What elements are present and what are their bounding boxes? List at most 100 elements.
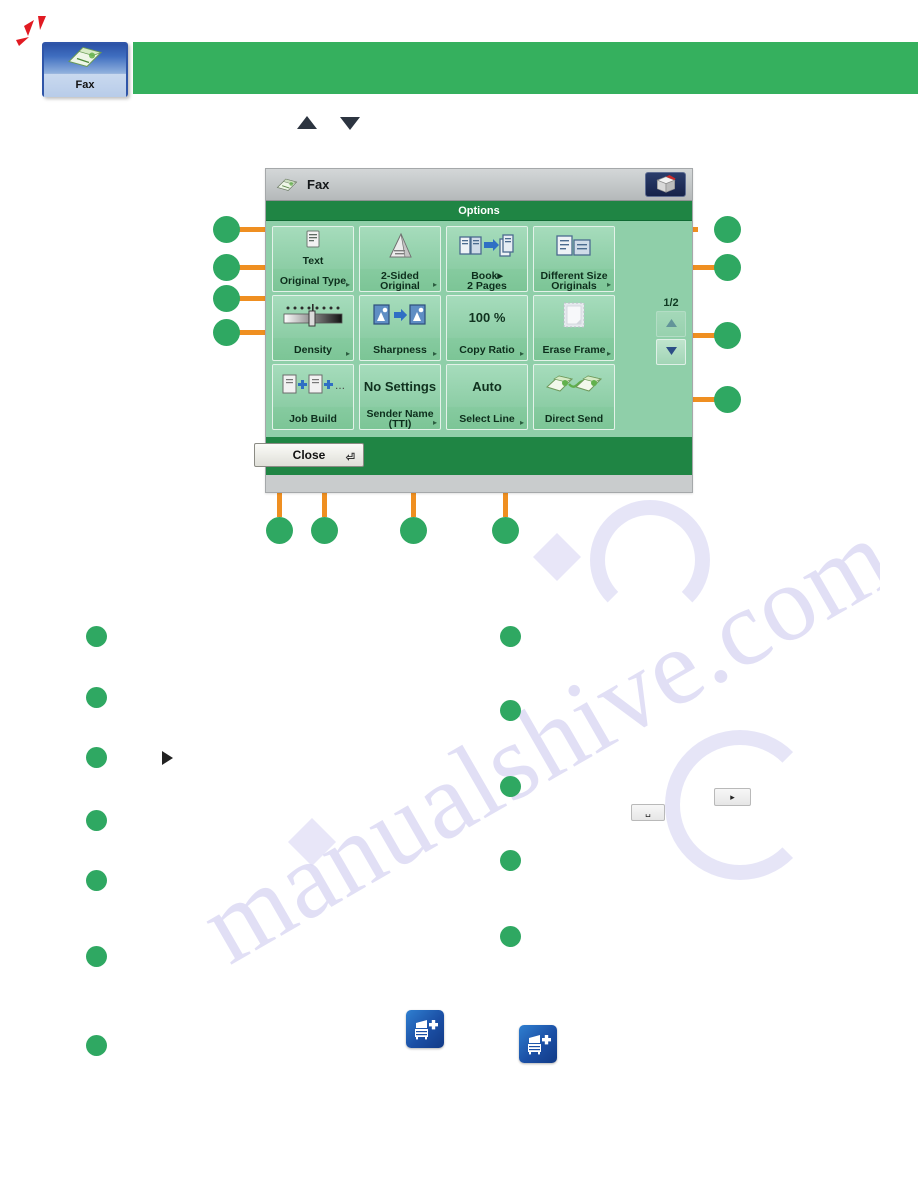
options-bar: Options	[266, 201, 692, 221]
description-bullet-right-5	[500, 926, 521, 947]
option-sender-name-tti[interactable]: No Settings Sender Name (TTI) ▸	[359, 364, 441, 430]
small-blank-button-glyph: ␣	[645, 807, 651, 817]
option-job-build[interactable]: … Job Build	[272, 364, 354, 430]
play-triangle-icon	[160, 749, 174, 772]
triangle-up-icon	[665, 315, 678, 333]
page-root: manualshive.com Fax Fax Options Text Ori…	[0, 0, 918, 1188]
option-icon-area	[447, 227, 527, 269]
two-sided-page-icon	[385, 232, 415, 265]
option-book-2-pages[interactable]: Book▸ 2 Pages	[446, 226, 528, 292]
chevron-right-icon: ▸	[606, 349, 611, 358]
density-slider-icon	[282, 302, 344, 333]
option-label: Density	[294, 343, 332, 356]
option-icon-area: No Settings	[360, 365, 440, 407]
option-value: Text	[302, 254, 324, 267]
options-grid-container: Text Original Type ▸ 2-Sided Original ▸ …	[266, 221, 692, 437]
description-bullet-right-2	[500, 700, 521, 721]
triangle-down-icon[interactable]	[338, 114, 362, 131]
book-to-pages-icon	[459, 233, 515, 264]
description-bullet-left-5	[86, 870, 107, 891]
close-button[interactable]: Close ⏎	[254, 443, 364, 467]
watermark-ring	[590, 500, 710, 620]
chevron-right-icon: ▸	[606, 280, 611, 289]
callout-dot-bottom-3	[400, 517, 427, 544]
fax-tab-icon-area	[44, 44, 126, 74]
option-select-line[interactable]: Auto Select Line ▸	[446, 364, 528, 430]
option-label: Erase Frame	[542, 343, 606, 356]
chevron-right-icon: ▸	[345, 280, 350, 289]
callout-dot-bottom-2	[311, 517, 338, 544]
option-direct-send[interactable]: Direct Send	[533, 364, 615, 430]
chevron-right-icon: ▸	[345, 349, 350, 358]
fax-options-panel: Fax Options Text Original Type ▸ 2-Sided…	[254, 168, 693, 493]
page-indicator: 1/2	[663, 297, 679, 309]
small-blank-button[interactable]: ␣	[631, 804, 665, 821]
small-arrow-button-glyph: ▸	[730, 791, 735, 802]
chevron-right-icon: ▸	[519, 349, 524, 358]
triangle-up-icon[interactable]	[295, 114, 323, 131]
return-arrow-icon: ⏎	[345, 452, 355, 464]
page-down-button[interactable]	[656, 339, 686, 365]
option-value: 100 %	[468, 309, 506, 325]
option-label: Select Line	[459, 412, 515, 425]
option-label: Copy Ratio	[459, 343, 515, 356]
panel-title: Fax	[307, 177, 330, 192]
page-up-button[interactable]	[656, 311, 686, 337]
option-copy-ratio[interactable]: 100 % Copy Ratio ▸	[446, 295, 528, 361]
option-label: Sender Name (TTI)	[366, 407, 434, 430]
triangle-down-icon	[665, 343, 678, 361]
direct-send-icon	[545, 371, 603, 402]
description-bullet-left-1	[86, 626, 107, 647]
option-icon-area	[360, 296, 440, 338]
3d-cube-icon[interactable]	[645, 172, 686, 197]
chevron-right-icon: ▸	[432, 418, 437, 427]
option-label: 2-Sided Original	[380, 269, 420, 292]
option-value: No Settings	[363, 378, 437, 394]
fax-machine-icon	[275, 176, 299, 193]
erase-frame-page-icon	[562, 301, 586, 334]
callout-dot-left-4	[213, 319, 240, 346]
option-label: Original Type	[279, 274, 347, 287]
sharpness-icon	[373, 302, 427, 333]
option-icon-area	[534, 227, 614, 269]
option-icon-area: Text	[273, 227, 353, 269]
option-label: Book▸ 2 Pages	[467, 269, 507, 292]
option-density[interactable]: Density ▸	[272, 295, 354, 361]
callout-dot-right-4	[714, 386, 741, 413]
description-bullet-left-6	[86, 946, 107, 967]
option-icon-area: 100 %	[447, 296, 527, 338]
red-sparkle-icon	[16, 14, 56, 59]
add-copier-icon[interactable]	[519, 1025, 557, 1063]
option-2-sided-original[interactable]: 2-Sided Original ▸	[359, 226, 441, 292]
description-bullet-left-3	[86, 747, 107, 768]
panel-titlebar: Fax	[266, 169, 692, 201]
option-label: Different Size Originals	[540, 269, 608, 292]
option-label: Job Build	[289, 412, 337, 425]
watermark-diamond	[287, 817, 337, 867]
add-copier-icon[interactable]	[406, 1010, 444, 1048]
option-icon-area: Auto	[447, 365, 527, 407]
watermark-text: manualshive.com	[181, 496, 880, 987]
description-bullet-right-1	[500, 626, 521, 647]
option-erase-frame[interactable]: Erase Frame ▸	[533, 295, 615, 361]
small-arrow-button[interactable]: ▸	[714, 788, 751, 806]
callout-dot-right-2	[714, 254, 741, 281]
option-icon-area	[360, 227, 440, 269]
chevron-right-icon: ▸	[519, 418, 524, 427]
svg-text:…: …	[335, 381, 344, 392]
description-bullet-left-2	[86, 687, 107, 708]
option-sharpness[interactable]: Sharpness ▸	[359, 295, 441, 361]
job-build-icon: …	[282, 372, 345, 401]
chevron-right-icon: ▸	[432, 349, 437, 358]
option-icon-area	[534, 365, 614, 407]
close-button-label: Close	[292, 448, 326, 462]
callout-dot-right-3	[714, 322, 741, 349]
option-original-type[interactable]: Text Original Type ▸	[272, 226, 354, 292]
callout-dot-bottom-4	[492, 517, 519, 544]
different-size-originals-icon	[556, 233, 592, 264]
option-value: Auto	[472, 378, 502, 394]
option-different-size-originals[interactable]: Different Size Originals ▸	[533, 226, 615, 292]
option-icon-area	[534, 296, 614, 338]
callout-dot-left-2	[213, 254, 240, 281]
watermark-diamond	[532, 532, 582, 582]
